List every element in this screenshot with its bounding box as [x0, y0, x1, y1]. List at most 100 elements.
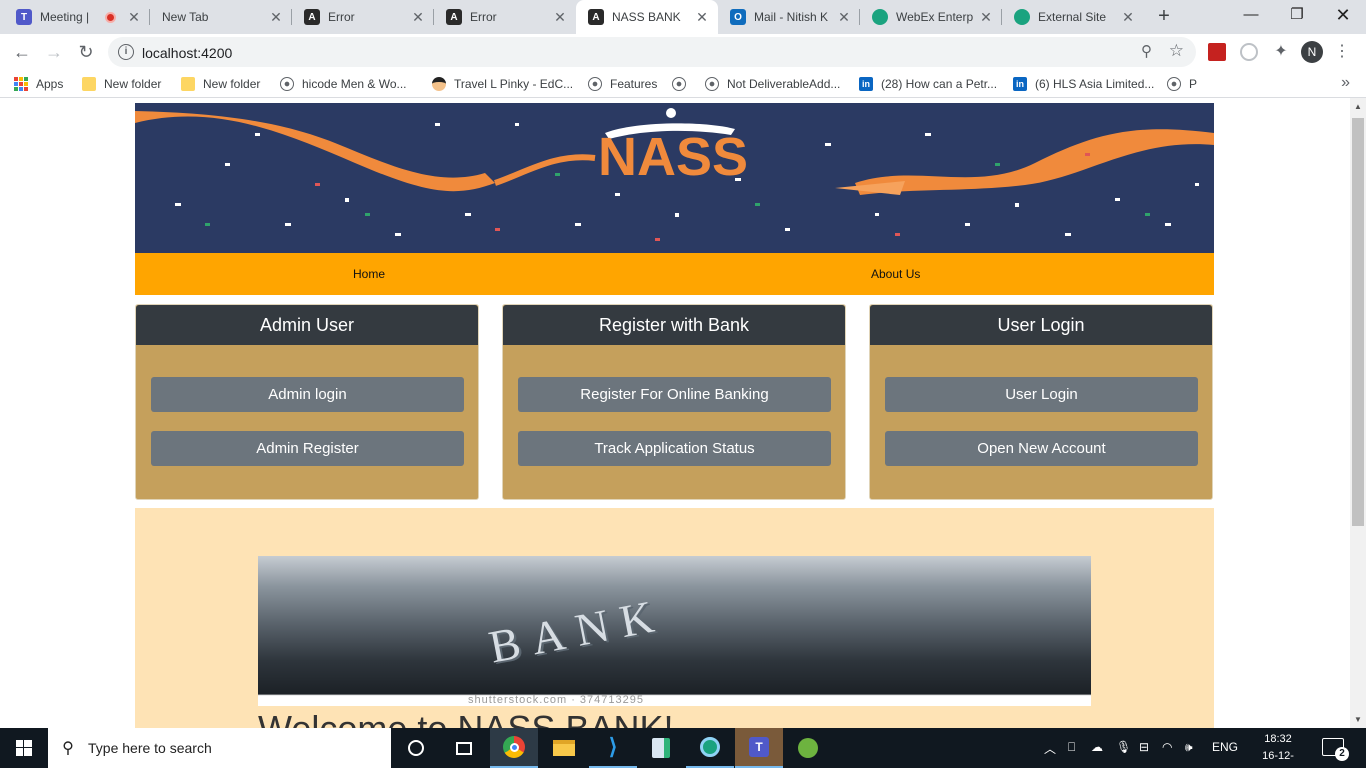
apps-grid-icon	[14, 77, 28, 91]
bookmark-not-deliverable[interactable]: Not DeliverableAdd...	[705, 75, 840, 93]
spring-icon[interactable]	[784, 728, 832, 768]
microphone-icon[interactable]: 🎙	[1116, 740, 1131, 754]
nav-about-link[interactable]: About Us	[871, 267, 920, 281]
url-text[interactable]: localhost:4200	[142, 45, 232, 61]
more-menu-icon[interactable]: ⋮	[1334, 41, 1350, 61]
tab-webex[interactable]: WebEx Enterp ✕	[860, 0, 1002, 34]
close-icon[interactable]: ✕	[694, 9, 710, 26]
chevron-more-icon[interactable]: »	[1341, 74, 1350, 92]
tab-error-2[interactable]: A Error ✕	[434, 0, 576, 34]
image-watermark: shutterstock.com · 374713295	[468, 694, 644, 706]
forward-icon[interactable]: →	[42, 40, 66, 64]
info-icon[interactable]: i	[118, 44, 134, 60]
register-online-banking-button[interactable]: Register For Online Banking	[518, 377, 831, 412]
bookmark-p[interactable]: P	[1167, 75, 1197, 93]
cortana-icon[interactable]	[392, 728, 440, 768]
scroll-up-icon[interactable]: ▲	[1350, 102, 1366, 111]
bookmark-hicode[interactable]: hicode Men & Wo...	[280, 75, 407, 93]
close-icon[interactable]: ✕	[978, 9, 994, 26]
bookmark-linkedin-1[interactable]: in (28) How can a Petr...	[859, 75, 997, 93]
tab-meeting[interactable]: T Meeting | ✕	[4, 0, 150, 34]
chrome-icon[interactable]	[490, 728, 538, 768]
globe-icon	[280, 77, 294, 91]
network-icon[interactable]: ⊟	[1139, 740, 1149, 754]
admin-register-button[interactable]: Admin Register	[151, 431, 464, 466]
bookmark-globe[interactable]	[672, 75, 694, 93]
outlook-icon: O	[730, 9, 746, 25]
main-nav: Home About Us	[135, 253, 1214, 295]
tab-title: Meeting |	[40, 10, 90, 24]
track-application-button[interactable]: Track Application Status	[518, 431, 831, 466]
bookmark-new-folder-1[interactable]: New folder	[82, 75, 161, 93]
bookmark-star-icon[interactable]: ☆	[1169, 41, 1184, 61]
puzzle-icon[interactable]: ✦	[1272, 43, 1290, 61]
minimize-icon[interactable]: —	[1228, 0, 1274, 32]
folder-icon	[82, 77, 96, 91]
angular-icon: A	[446, 9, 462, 25]
volume-icon[interactable]: 🕪	[1185, 740, 1193, 755]
close-icon[interactable]: ✕	[552, 9, 568, 26]
profile-avatar[interactable]: N	[1301, 41, 1323, 63]
card-title: Register with Bank	[503, 305, 845, 345]
admin-login-button[interactable]: Admin login	[151, 377, 464, 412]
address-bar[interactable]: i localhost:4200 ⚲ ☆	[108, 37, 1196, 67]
close-icon[interactable]: ✕	[126, 9, 142, 26]
windows-start-icon[interactable]	[0, 728, 48, 768]
extension-gray-icon[interactable]	[1240, 43, 1258, 61]
globe-icon	[672, 77, 686, 91]
scrollbar-thumb[interactable]	[1352, 118, 1364, 526]
user-login-button[interactable]: User Login	[885, 377, 1198, 412]
card-title: Admin User	[136, 305, 478, 345]
teams-taskbar-icon[interactable]: T	[735, 728, 783, 768]
tab-title: Error	[328, 10, 355, 24]
vscode-icon[interactable]: ⟩	[589, 728, 637, 768]
bookmark-new-folder-2[interactable]: New folder	[181, 75, 260, 93]
tab-mail[interactable]: O Mail - Nitish K ✕	[718, 0, 860, 34]
linkedin-icon: in	[1013, 77, 1027, 91]
onedrive-icon[interactable]: ☁	[1091, 740, 1103, 754]
task-view-icon[interactable]	[440, 728, 488, 768]
notification-center-icon[interactable]: 2	[1322, 738, 1349, 761]
tab-title: NASS BANK	[612, 10, 681, 24]
taskbar-search[interactable]: ⚲ Type here to search	[48, 728, 391, 768]
nav-home-link[interactable]: Home	[353, 267, 385, 281]
task-app-icon[interactable]	[637, 728, 685, 768]
scroll-down-icon[interactable]: ▼	[1350, 715, 1366, 724]
tray-chevron-icon[interactable]: ︿	[1044, 740, 1056, 757]
close-icon[interactable]: ✕	[1120, 9, 1136, 26]
bookmark-travel[interactable]: Travel L Pinky - EdC...	[432, 75, 573, 93]
card-admin-user: Admin User Admin login Admin Register	[135, 304, 479, 500]
clock[interactable]: 18:32 16-12-2020	[1252, 731, 1304, 768]
banner-art: NASS	[135, 108, 1214, 241]
open-new-account-button[interactable]: Open New Account	[885, 431, 1198, 466]
header-banner: NASS	[135, 103, 1214, 253]
language-indicator[interactable]: ENG	[1212, 740, 1238, 754]
tab-new-tab[interactable]: New Tab ✕	[150, 0, 292, 34]
close-icon[interactable]: ✕	[268, 9, 284, 26]
tray-device-icon[interactable]: ⎕	[1068, 740, 1075, 755]
bookmark-features[interactable]: Features	[588, 75, 657, 93]
wifi-icon[interactable]: ◠	[1162, 740, 1172, 754]
bookmark-linkedin-2[interactable]: in (6) HLS Asia Limited...	[1013, 75, 1154, 93]
tab-title: New Tab	[162, 10, 209, 24]
teams-icon: T	[16, 9, 32, 25]
restore-icon[interactable]: ❐	[1274, 0, 1320, 32]
extension-red-icon[interactable]	[1208, 43, 1226, 61]
reload-icon[interactable]: ↻	[74, 40, 98, 64]
window-close-icon[interactable]: ✕	[1320, 0, 1366, 32]
zoom-icon[interactable]: ⚲	[1141, 42, 1152, 60]
page-viewport: NASS Home About Us Admin User Admin logi…	[0, 98, 1350, 728]
bank-building-image: BANK shutterstock.com · 374713295	[258, 556, 1091, 706]
tab-error-1[interactable]: A Error ✕	[292, 0, 434, 34]
tab-external-site[interactable]: External Site ✕	[1002, 0, 1144, 34]
webex-taskbar-icon[interactable]	[686, 728, 734, 768]
tab-nass-bank[interactable]: A NASS BANK ✕	[576, 0, 718, 34]
linkedin-icon: in	[859, 77, 873, 91]
file-explorer-icon[interactable]	[540, 728, 588, 768]
back-icon[interactable]: ←	[10, 40, 34, 64]
bookmark-apps[interactable]: Apps	[14, 75, 63, 93]
close-icon[interactable]: ✕	[410, 9, 426, 26]
close-icon[interactable]: ✕	[836, 9, 852, 26]
page-scrollbar[interactable]: ▲ ▼	[1350, 98, 1366, 728]
new-tab-icon[interactable]: +	[1152, 5, 1176, 29]
